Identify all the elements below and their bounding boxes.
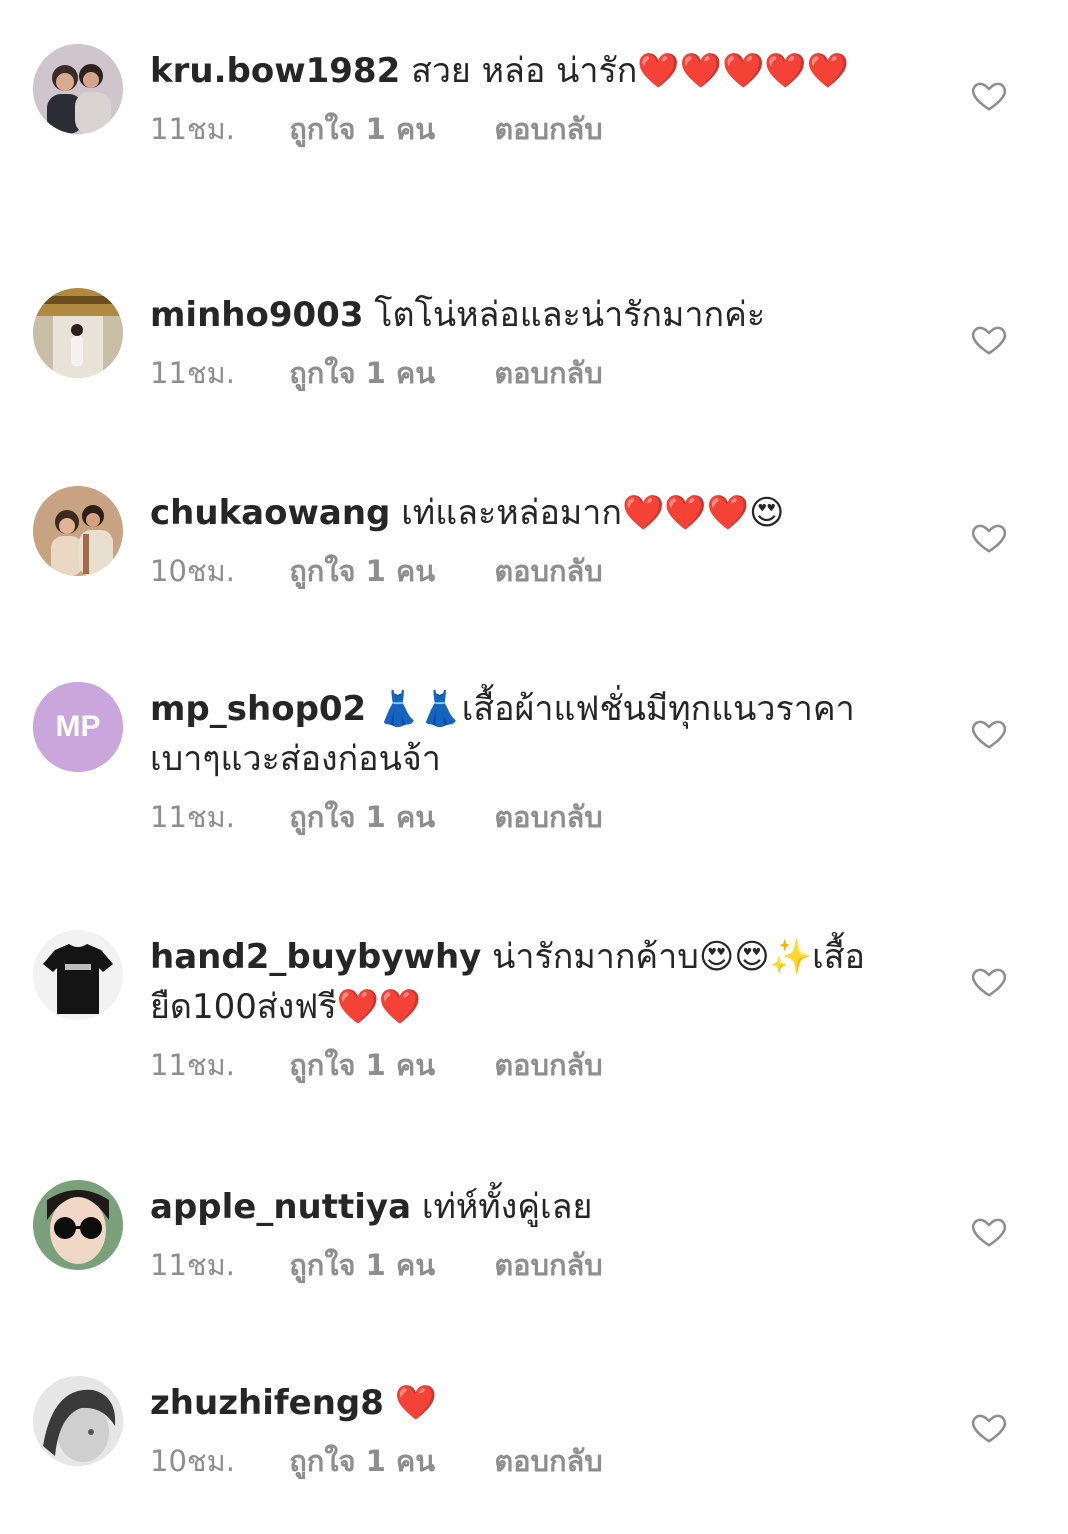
avatar[interactable] <box>33 1376 123 1466</box>
comment-time: 11ชม. <box>150 112 235 146</box>
comment-meta: 11ชม. ถูกใจ 1 คน ตอบกลับ <box>150 109 920 149</box>
comment-username[interactable]: apple_nuttiya <box>150 1187 411 1227</box>
comment-username[interactable]: zhuzhifeng8 <box>150 1383 384 1423</box>
comment-text-line: minho9003 โตโน่หล่อและน่ารักมากค่ะ <box>150 290 920 340</box>
comment-time: 11ชม. <box>150 800 235 834</box>
comment-time: 11ชม. <box>150 1248 235 1282</box>
comment-meta: 11ชม. ถูกใจ 1 คน ตอบกลับ <box>150 797 920 837</box>
comment-meta: 11ชม. ถูกใจ 1 คน ตอบกลับ <box>150 353 920 393</box>
comment-text: เท่และหล่อมาก❤️❤️❤️😍 <box>401 493 785 533</box>
comment-meta: 11ชม. ถูกใจ 1 คน ตอบกลับ <box>150 1245 920 1285</box>
reply-button[interactable]: ตอบกลับ <box>494 551 602 591</box>
comment-text: สวย หล่อ น่ารัก❤️❤️❤️❤️❤️ <box>411 51 849 91</box>
comment-text-line: kru.bow1982 สวย หล่อ น่ารัก❤️❤️❤️❤️❤️ <box>150 46 920 96</box>
avatar[interactable] <box>33 288 123 378</box>
comment-username[interactable]: mp_shop02 <box>150 689 366 729</box>
comment-username[interactable]: chukaowang <box>150 493 390 533</box>
comment-likes[interactable]: ถูกใจ 1 คน <box>289 551 435 591</box>
comment-likes[interactable]: ถูกใจ 1 คน <box>289 1045 435 1085</box>
reply-button[interactable]: ตอบกลับ <box>494 109 602 149</box>
comment-likes[interactable]: ถูกใจ 1 คน <box>289 797 435 837</box>
avatar[interactable] <box>33 930 123 1020</box>
comment-meta: 10ชม. ถูกใจ 1 คน ตอบกลับ <box>150 1441 920 1481</box>
comment-text-line: zhuzhifeng8 ❤️ <box>150 1378 920 1428</box>
comment-time: 11ชม. <box>150 1048 235 1082</box>
heart-outline-icon[interactable] <box>970 962 1008 1000</box>
heart-outline-icon[interactable] <box>970 714 1008 752</box>
reply-button[interactable]: ตอบกลับ <box>494 1441 602 1481</box>
comment-text-line: mp_shop02 👗👗เสื้อผ้าแฟชั่นมีทุกแนวราคาเบ… <box>150 684 920 784</box>
logo-text: MP <box>56 710 101 743</box>
comment-time: 10ชม. <box>150 1444 235 1478</box>
comment-text: ❤️ <box>394 1383 438 1423</box>
comment-time: 10ชม. <box>150 554 235 588</box>
comment-likes[interactable]: ถูกใจ 1 คน <box>289 353 435 393</box>
avatar[interactable] <box>33 44 123 134</box>
comment-meta: 10ชม. ถูกใจ 1 คน ตอบกลับ <box>150 551 920 591</box>
avatar[interactable] <box>33 486 123 576</box>
comment-text-line: hand2_buybywhy น่ารักมากค้าบ😍😍✨เสื้อยืด1… <box>150 932 920 1032</box>
heart-outline-icon[interactable] <box>970 518 1008 556</box>
reply-button[interactable]: ตอบกลับ <box>494 797 602 837</box>
heart-outline-icon[interactable] <box>970 1212 1008 1250</box>
comment-username[interactable]: hand2_buybywhy <box>150 937 481 977</box>
heart-outline-icon[interactable] <box>970 76 1008 114</box>
comment-likes[interactable]: ถูกใจ 1 คน <box>289 109 435 149</box>
avatar[interactable] <box>33 1180 123 1270</box>
avatar[interactable]: MP <box>33 682 123 772</box>
heart-outline-icon[interactable] <box>970 320 1008 358</box>
heart-outline-icon[interactable] <box>970 1408 1008 1446</box>
comment-meta: 11ชม. ถูกใจ 1 คน ตอบกลับ <box>150 1045 920 1085</box>
comment-likes[interactable]: ถูกใจ 1 คน <box>289 1245 435 1285</box>
comment-text-line: chukaowang เท่และหล่อมาก❤️❤️❤️😍 <box>150 488 920 538</box>
reply-button[interactable]: ตอบกลับ <box>494 353 602 393</box>
comment-username[interactable]: minho9003 <box>150 295 363 335</box>
comment-likes[interactable]: ถูกใจ 1 คน <box>289 1441 435 1481</box>
comment-text-line: apple_nuttiya เท่ห์ทั้งคู่เลย <box>150 1182 920 1232</box>
comment-time: 11ชม. <box>150 356 235 390</box>
reply-button[interactable]: ตอบกลับ <box>494 1245 602 1285</box>
comment-username[interactable]: kru.bow1982 <box>150 51 400 91</box>
reply-button[interactable]: ตอบกลับ <box>494 1045 602 1085</box>
comment-text: เท่ห์ทั้งคู่เลย <box>421 1187 593 1227</box>
comments-list: kru.bow1982 สวย หล่อ น่ารัก❤️❤️❤️❤️❤️ 11… <box>0 0 1068 1534</box>
comment-text: โตโน่หล่อและน่ารักมากค่ะ <box>374 295 766 335</box>
